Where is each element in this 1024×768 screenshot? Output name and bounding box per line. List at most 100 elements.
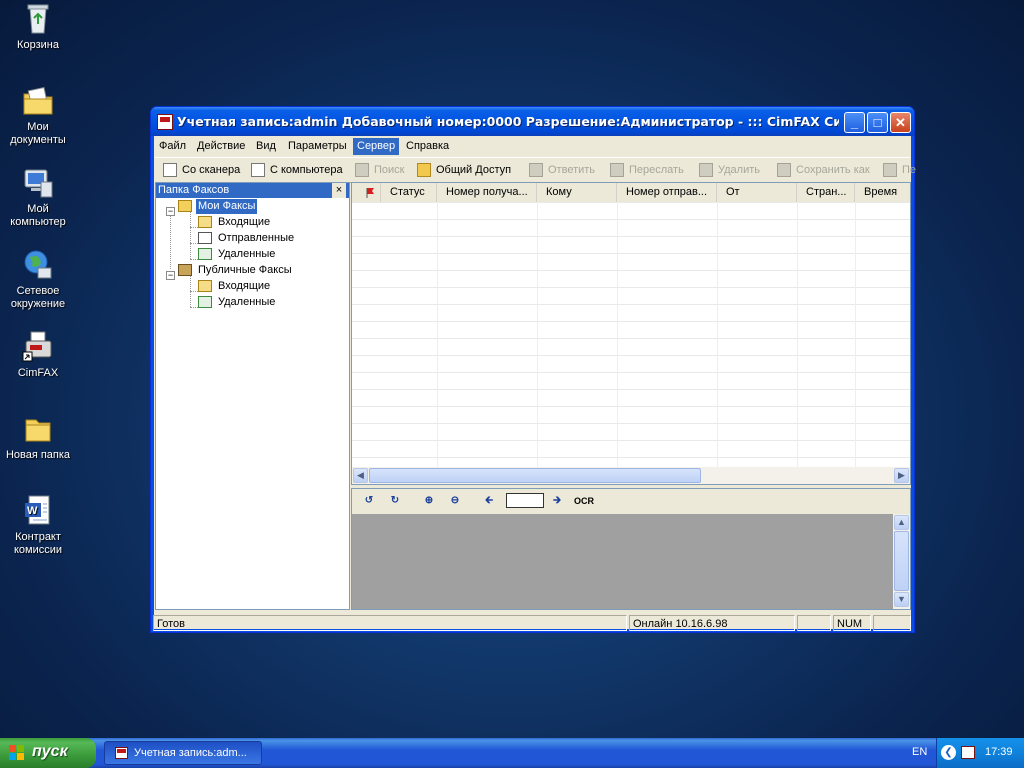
scroll-thumb[interactable]: [894, 531, 909, 591]
shared-access-button[interactable]: Общий Доступ: [417, 161, 511, 179]
status-connection: Онлайн 10.16.6.98: [629, 615, 795, 631]
close-icon: ✕: [895, 115, 906, 130]
menu-parameters[interactable]: Параметры: [284, 138, 351, 155]
tree-header: Папка Факсов ×: [156, 183, 349, 198]
column-flag[interactable]: [352, 183, 381, 202]
tree-node-label: Входящие: [218, 280, 271, 292]
rotate-right-icon[interactable]: ↻: [386, 493, 404, 509]
prev-page-icon[interactable]: 🡰: [480, 493, 498, 509]
print-button[interactable]: Пе: [883, 161, 928, 179]
menu-view[interactable]: Вид: [252, 138, 280, 155]
scanner-icon: [163, 163, 177, 177]
horizontal-scrollbar[interactable]: ◀ ▶: [352, 467, 910, 484]
preview-canvas[interactable]: [352, 514, 893, 609]
page-number-input[interactable]: [506, 493, 544, 508]
minimize-button[interactable]: _: [844, 112, 865, 133]
tree-close-button[interactable]: ×: [332, 183, 346, 198]
desktop-icon-recycle-bin[interactable]: Корзина: [0, 2, 76, 52]
desktop-icon-contract[interactable]: W Контракт комиссии: [0, 494, 76, 557]
status-blank: [873, 615, 911, 631]
toolbar-label: Со сканера: [182, 164, 241, 176]
window-title: Учетная запись:admin Добавочный номер:00…: [177, 114, 839, 129]
toolbar-label: Общий Доступ: [436, 164, 512, 176]
menu-bar: Файл Действие Вид Параметры Сервер Справ…: [155, 136, 910, 156]
tree-node-label: Входящие: [218, 216, 271, 228]
scroll-down-button[interactable]: ▼: [894, 592, 909, 607]
search-icon: [355, 163, 369, 177]
cimfax-window: Учетная запись:admin Добавочный номер:00…: [150, 106, 916, 633]
next-page-icon[interactable]: 🡲: [548, 493, 566, 509]
list-rows[interactable]: [352, 202, 910, 467]
search-button[interactable]: Поиск: [355, 161, 404, 179]
column-recipient-number[interactable]: Номер получа...: [437, 183, 537, 202]
column-status[interactable]: Статус: [381, 183, 437, 202]
tree-line: [190, 291, 198, 292]
delete-icon: [699, 163, 713, 177]
forward-button[interactable]: Переслать: [610, 161, 684, 179]
app-fax-icon: [115, 747, 128, 759]
collapse-toggle[interactable]: −: [166, 271, 175, 280]
from-scanner-button[interactable]: Со сканера: [163, 161, 240, 179]
show-hidden-icons-button[interactable]: ❮: [941, 745, 956, 760]
desktop-icon-label: CimFAX: [17, 367, 59, 379]
desktop-icon-label: Сетевое окружение: [10, 285, 66, 310]
cimfax-tray-icon[interactable]: [961, 746, 975, 759]
language-indicator[interactable]: EN: [912, 746, 927, 758]
close-button[interactable]: ✕: [890, 112, 911, 133]
menu-file[interactable]: Файл: [155, 138, 190, 155]
collapse-toggle[interactable]: −: [166, 207, 175, 216]
status-bar: Готов Онлайн 10.16.6.98 NUM: [153, 614, 912, 632]
maximize-button[interactable]: □: [867, 112, 888, 133]
scroll-left-button[interactable]: ◀: [353, 468, 368, 483]
column-time[interactable]: Время: [855, 183, 910, 202]
word-document-icon: W: [21, 494, 55, 528]
globe-network-icon: [21, 248, 55, 282]
recycle-bin-icon: [198, 248, 212, 260]
inbox-envelope-icon: [198, 280, 212, 292]
column-sender-number[interactable]: Номер отправ...: [617, 183, 717, 202]
folder-open-icon: [178, 200, 192, 212]
desktop-icon-cimfax[interactable]: CimFAX: [0, 330, 76, 380]
shared-folder-icon: [417, 163, 431, 177]
tree-header-label: Папка Факсов: [158, 184, 230, 196]
taskbar-window-button[interactable]: Учетная запись:adm...: [104, 741, 262, 765]
save-as-button[interactable]: Сохранить как: [777, 161, 870, 179]
vertical-scrollbar[interactable]: ▲ ▼: [893, 514, 910, 609]
folder-icon: [21, 412, 55, 446]
app-fax-icon: [157, 114, 173, 130]
column-pages[interactable]: Стран...: [797, 183, 855, 202]
system-tray: ❮ 17:39: [936, 738, 1024, 768]
public-folder-icon: [178, 264, 192, 276]
fax-folder-tree: Папка Факсов × − Мои Факсы Входящие Отпр…: [155, 182, 350, 610]
ocr-button[interactable]: OCR: [572, 493, 596, 509]
zoom-in-icon[interactable]: ⊕: [420, 493, 438, 509]
tree-line: [190, 259, 198, 260]
toolbar-label: Переслать: [629, 164, 684, 176]
column-to[interactable]: Кому: [537, 183, 617, 202]
from-computer-button[interactable]: С компьютера: [251, 161, 343, 179]
menu-help[interactable]: Справка: [402, 138, 453, 155]
desktop-icon-network[interactable]: Сетевое окружение: [0, 248, 76, 311]
reply-icon: [529, 163, 543, 177]
zoom-out-icon[interactable]: ⊖: [446, 493, 464, 509]
delete-button[interactable]: Удалить: [699, 161, 760, 179]
reply-button[interactable]: Ответить: [529, 161, 595, 179]
title-bar[interactable]: Учетная запись:admin Добавочный номер:00…: [151, 107, 914, 136]
start-button[interactable]: пуск: [0, 738, 96, 768]
tree-line: [190, 211, 191, 259]
scroll-up-button[interactable]: ▲: [894, 515, 909, 530]
desktop-icon-my-computer[interactable]: Мой компьютер: [0, 166, 76, 229]
rotate-left-icon[interactable]: ↺: [360, 493, 378, 509]
desktop-icon-new-folder[interactable]: Новая папка: [0, 412, 76, 462]
menu-action[interactable]: Действие: [193, 138, 249, 155]
scroll-thumb[interactable]: [369, 468, 701, 483]
clock[interactable]: 17:39: [985, 746, 1013, 758]
menu-server[interactable]: Сервер: [353, 138, 400, 155]
tree-node-label: Публичные Факсы: [198, 264, 292, 276]
column-from[interactable]: От: [717, 183, 797, 202]
toolbar: Со сканера С компьютера Поиск Общий Дост…: [155, 157, 916, 183]
document-icon: [251, 163, 265, 177]
scroll-right-button[interactable]: ▶: [894, 468, 909, 483]
desktop-icon-label: Контракт комиссии: [13, 531, 63, 556]
desktop-icon-my-documents[interactable]: Мои документы: [0, 84, 76, 147]
